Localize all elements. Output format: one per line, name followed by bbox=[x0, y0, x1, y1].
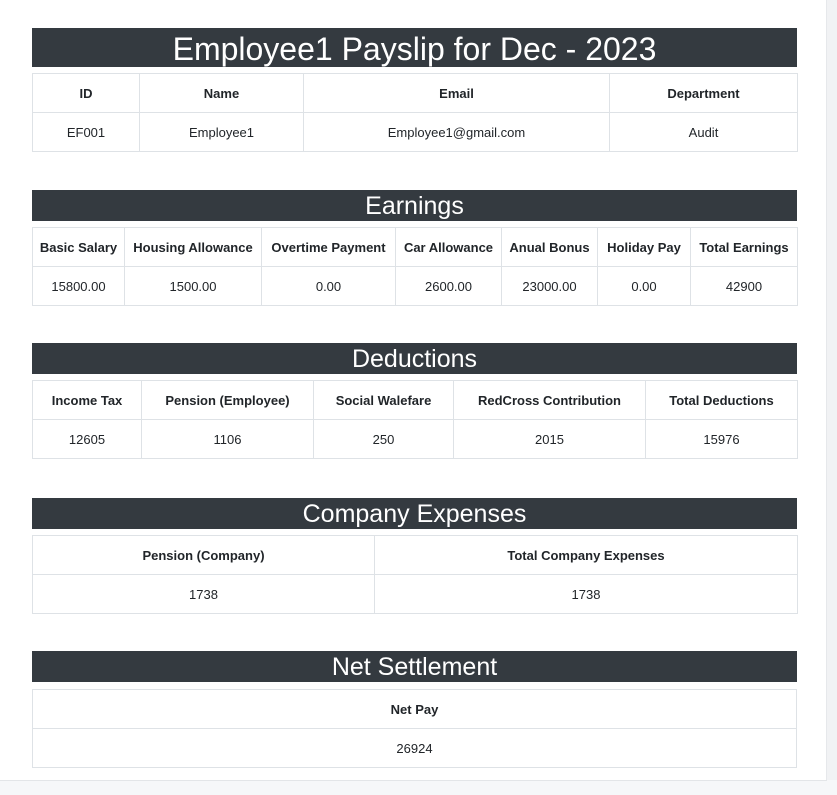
redcross-contribution-cell: 2015 bbox=[453, 419, 646, 459]
net-pay-cell: 26924 bbox=[32, 728, 797, 768]
table-row: 26924 bbox=[32, 728, 797, 768]
holiday-pay-cell: 0.00 bbox=[597, 266, 691, 306]
deductions-banner: Deductions bbox=[32, 343, 797, 374]
total-earnings-cell: 42900 bbox=[690, 266, 798, 306]
earnings-section: Earnings Basic Salary Housing Allowance … bbox=[32, 190, 798, 306]
column-header-email: Email bbox=[303, 73, 610, 113]
social-walefare-cell: 250 bbox=[313, 419, 454, 459]
earnings-title: Earnings bbox=[365, 192, 464, 220]
total-deductions-cell: 15976 bbox=[645, 419, 798, 459]
net-settlement-section: Net Settlement Net Pay 26924 bbox=[32, 651, 797, 768]
column-header-redcross-contribution: RedCross Contribution bbox=[453, 380, 646, 420]
table-header-row: Net Pay bbox=[32, 689, 797, 729]
employee-department-cell: Audit bbox=[609, 112, 798, 152]
company-expenses-table: Pension (Company) Total Company Expenses… bbox=[32, 535, 798, 614]
income-tax-cell: 12605 bbox=[32, 419, 142, 459]
deductions-title: Deductions bbox=[351, 345, 478, 373]
housing-allowance-cell: 1500.00 bbox=[124, 266, 262, 306]
net-settlement-banner: Net Settlement bbox=[32, 651, 797, 682]
column-header-total-earnings: Total Earnings bbox=[690, 227, 798, 267]
column-header-holiday-pay: Holiday Pay bbox=[597, 227, 691, 267]
employee-section: Employee1 Payslip for Dec - 2023 ID Name… bbox=[32, 28, 798, 152]
anual-bonus-cell: 23000.00 bbox=[501, 266, 598, 306]
page-title: Employee1 Payslip for Dec - 2023 bbox=[172, 30, 657, 67]
column-header-total-company-expenses: Total Company Expenses bbox=[374, 535, 798, 575]
payslip-title-banner: Employee1 Payslip for Dec - 2023 bbox=[32, 28, 797, 67]
table-row: 12605 1106 250 2015 15976 bbox=[32, 419, 798, 459]
deductions-table: Income Tax Pension (Employee) Social Wal… bbox=[32, 380, 798, 459]
car-allowance-cell: 2600.00 bbox=[395, 266, 502, 306]
column-header-basic-salary: Basic Salary bbox=[32, 227, 125, 267]
basic-salary-cell: 15800.00 bbox=[32, 266, 125, 306]
column-header-name: Name bbox=[139, 73, 304, 113]
total-company-expenses-cell: 1738 bbox=[374, 574, 798, 614]
table-header-row: Income Tax Pension (Employee) Social Wal… bbox=[32, 380, 798, 420]
payslip-page: Employee1 Payslip for Dec - 2023 ID Name… bbox=[0, 0, 827, 781]
table-header-row: Pension (Company) Total Company Expenses bbox=[32, 535, 798, 575]
column-header-total-deductions: Total Deductions bbox=[645, 380, 798, 420]
earnings-banner: Earnings bbox=[32, 190, 797, 221]
column-header-pension-employee: Pension (Employee) bbox=[141, 380, 314, 420]
earnings-table: Basic Salary Housing Allowance Overtime … bbox=[32, 227, 798, 306]
column-header-income-tax: Income Tax bbox=[32, 380, 142, 420]
column-header-housing-allowance: Housing Allowance bbox=[124, 227, 262, 267]
table-row: 15800.00 1500.00 0.00 2600.00 23000.00 0… bbox=[32, 266, 798, 306]
employee-email-cell: Employee1@gmail.com bbox=[303, 112, 610, 152]
column-header-net-pay: Net Pay bbox=[32, 689, 797, 729]
column-header-car-allowance: Car Allowance bbox=[395, 227, 502, 267]
net-settlement-table: Net Pay 26924 bbox=[32, 689, 797, 768]
column-header-anual-bonus: Anual Bonus bbox=[501, 227, 598, 267]
employee-name-cell: Employee1 bbox=[139, 112, 304, 152]
company-expenses-title: Company Expenses bbox=[302, 500, 527, 528]
column-header-overtime-payment: Overtime Payment bbox=[261, 227, 396, 267]
company-expenses-banner: Company Expenses bbox=[32, 498, 797, 529]
column-header-id: ID bbox=[32, 73, 140, 113]
column-header-department: Department bbox=[609, 73, 798, 113]
page-scroll-edge bbox=[826, 0, 837, 780]
deductions-section: Deductions Income Tax Pension (Employee)… bbox=[32, 343, 798, 459]
overtime-payment-cell: 0.00 bbox=[261, 266, 396, 306]
pension-company-cell: 1738 bbox=[32, 574, 375, 614]
pension-employee-cell: 1106 bbox=[141, 419, 314, 459]
employee-table: ID Name Email Department EF001 Employee1… bbox=[32, 73, 798, 152]
employee-id-cell: EF001 bbox=[32, 112, 140, 152]
column-header-social-walefare: Social Walefare bbox=[313, 380, 454, 420]
table-row: EF001 Employee1 Employee1@gmail.com Audi… bbox=[32, 112, 798, 152]
company-expenses-section: Company Expenses Pension (Company) Total… bbox=[32, 498, 798, 614]
table-header-row: Basic Salary Housing Allowance Overtime … bbox=[32, 227, 798, 267]
table-row: 1738 1738 bbox=[32, 574, 798, 614]
table-header-row: ID Name Email Department bbox=[32, 73, 798, 113]
column-header-pension-company: Pension (Company) bbox=[32, 535, 375, 575]
net-settlement-title: Net Settlement bbox=[331, 653, 498, 681]
